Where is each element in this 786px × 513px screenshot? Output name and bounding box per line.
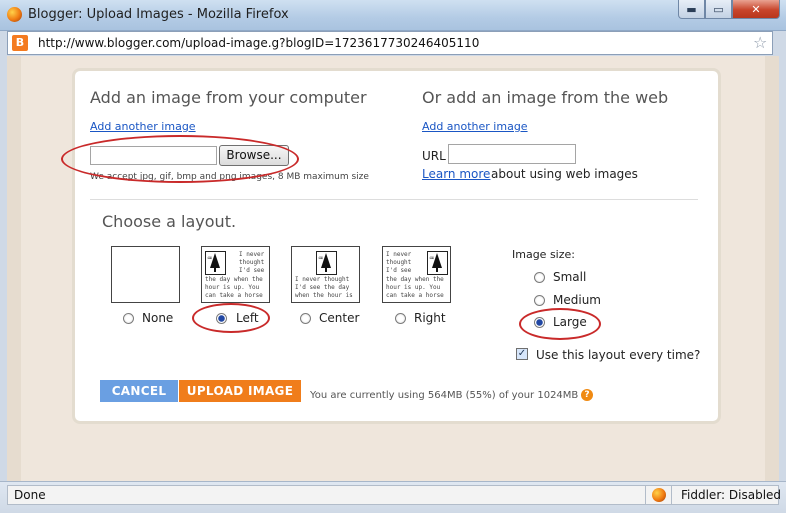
fiddler-icon[interactable]: [652, 488, 666, 502]
layout-heading: Choose a layout.: [102, 212, 237, 231]
sample-text-left-5: hour is up. You: [205, 284, 260, 291]
layout-thumb-center[interactable]: ♒ I never thought I'd see the day when t…: [291, 246, 360, 303]
add-another-image-link-web[interactable]: Add another image: [422, 120, 528, 133]
annotation-ellipse-left: [192, 303, 270, 333]
sample-text-left-4: the day when the: [205, 276, 263, 283]
bookmark-star-icon[interactable]: ☆: [753, 33, 767, 52]
sample-text-center-2: I'd see the day: [295, 284, 350, 291]
help-icon[interactable]: ?: [581, 389, 593, 401]
minimize-button[interactable]: ▬: [678, 0, 705, 19]
remember-layout-label: Use this layout every time?: [536, 348, 701, 362]
window-controls: ▬ ▭ ✕: [678, 0, 780, 20]
layout-label-none: None: [142, 311, 174, 325]
learn-more-suffix: about using web images: [491, 167, 638, 181]
annotation-ellipse-large: [519, 308, 601, 340]
status-bar: Done Fiddler: Disabled: [0, 481, 786, 513]
computer-upload-heading: Add an image from your computer: [90, 88, 367, 107]
storage-usage-text: You are currently using 564MB (55%) of y…: [310, 390, 587, 401]
image-size-heading: Image size:: [512, 248, 575, 261]
size-radio-medium[interactable]: [534, 295, 545, 306]
sample-text-center-3: when the hour is: [295, 292, 353, 299]
size-label-medium: Medium: [553, 293, 601, 307]
remember-layout-checkbox[interactable]: ✓: [516, 348, 528, 360]
firefox-icon: [7, 7, 22, 22]
learn-more-link[interactable]: Learn more: [422, 167, 490, 181]
blogger-favicon-icon: B: [12, 35, 28, 51]
status-separator: [671, 486, 672, 504]
upload-image-button[interactable]: UPLOAD IMAGE: [179, 380, 301, 402]
tree-thumbnail-icon: ♒: [205, 251, 226, 275]
sample-text-right-4: the day when the: [386, 276, 444, 283]
add-another-image-link-computer[interactable]: Add another image: [90, 120, 196, 133]
address-url[interactable]: http://www.blogger.com/upload-image.g?bl…: [38, 36, 479, 50]
layout-radio-none[interactable]: [123, 313, 134, 324]
section-divider: [90, 199, 698, 200]
layout-radio-right[interactable]: [395, 313, 406, 324]
layout-label-center: Center: [319, 311, 360, 325]
upload-dialog: Add an image from your computer Add anot…: [61, 68, 721, 424]
tree-thumbnail-icon: ♒: [316, 251, 337, 275]
sample-text-right-2: thought: [386, 259, 412, 266]
tree-thumbnail-icon: ♒: [427, 251, 448, 275]
status-text: Done: [14, 488, 46, 502]
image-url-input[interactable]: [448, 144, 576, 164]
sample-text-right-5: hour is up. You: [386, 284, 441, 291]
layout-thumb-left[interactable]: ♒ I never thought I'd see the day when t…: [201, 246, 270, 303]
layout-thumb-right[interactable]: ♒ I never thought I'd see the day when t…: [382, 246, 451, 303]
web-upload-heading: Or add an image from the web: [422, 88, 669, 107]
left-scroll-edge: [7, 56, 21, 481]
sample-text-left-1: I never: [239, 251, 265, 258]
maximize-button[interactable]: ▭: [705, 0, 732, 19]
right-scroll-edge: [765, 56, 779, 481]
fiddler-status[interactable]: Fiddler: Disabled: [681, 488, 781, 502]
sample-text-left-3: I'd see: [239, 267, 265, 274]
sample-text-right-6: can take a horse: [386, 292, 444, 299]
layout-radio-center[interactable]: [300, 313, 311, 324]
annotation-ellipse-browse: [61, 135, 299, 183]
sample-text-left-2: thought: [239, 259, 265, 266]
address-bar[interactable]: B http://www.blogger.com/upload-image.g?…: [7, 31, 773, 55]
layout-label-right: Right: [414, 311, 446, 325]
status-separator: [645, 486, 646, 504]
status-bar-inner: Done Fiddler: Disabled: [7, 485, 781, 505]
size-radio-small[interactable]: [534, 272, 545, 283]
window-title: Blogger: Upload Images - Mozilla Firefox: [28, 7, 289, 22]
url-label: URL: [422, 149, 446, 163]
sample-text-left-6: can take a horse: [205, 292, 263, 299]
page-content: Add an image from your computer Add anot…: [7, 56, 779, 481]
window-titlebar: Blogger: Upload Images - Mozilla Firefox…: [0, 0, 786, 31]
cancel-button[interactable]: CANCEL: [100, 380, 178, 402]
close-button[interactable]: ✕: [732, 0, 780, 19]
size-label-small: Small: [553, 270, 587, 284]
layout-thumb-none[interactable]: [111, 246, 180, 303]
sample-text-right-3: I'd see: [386, 267, 412, 274]
sample-text-center-1: I never thought: [295, 276, 350, 283]
sample-text-right-1: I never: [386, 251, 412, 258]
